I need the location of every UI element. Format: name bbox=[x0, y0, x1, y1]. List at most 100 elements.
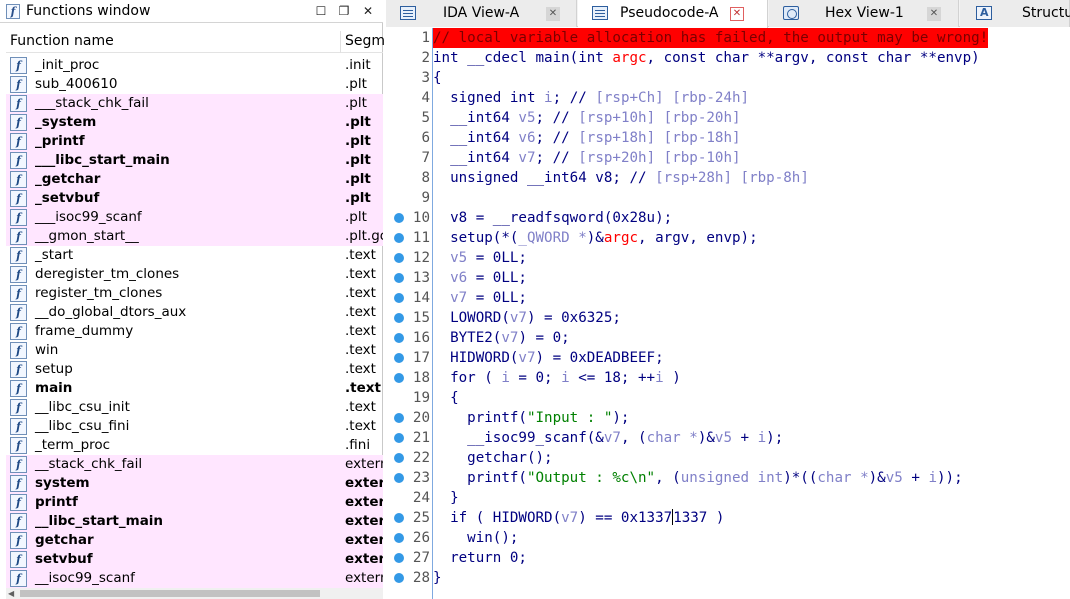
breakpoint-dot-icon[interactable] bbox=[394, 233, 404, 243]
code-line[interactable]: 18 for ( i = 0; i <= 18; ++i ) bbox=[386, 368, 1070, 388]
close-icon[interactable]: ✕ bbox=[360, 3, 376, 19]
code-line[interactable]: 27 return 0; bbox=[386, 548, 1070, 568]
function-row[interactable]: f __gmon_start__ .plt.go bbox=[6, 227, 383, 246]
function-row[interactable]: f ___stack_chk_fail .plt bbox=[6, 94, 383, 113]
function-row[interactable]: f setup .text bbox=[6, 360, 383, 379]
function-row[interactable]: f main .text bbox=[6, 379, 383, 398]
breakpoint-dot-icon[interactable] bbox=[394, 253, 404, 263]
breakpoint-dot-icon[interactable] bbox=[394, 413, 404, 423]
column-divider[interactable] bbox=[340, 31, 341, 53]
code-line[interactable]: 19 { bbox=[386, 388, 1070, 408]
function-row[interactable]: f ___isoc99_scanf .plt bbox=[6, 208, 383, 227]
code-line[interactable]: 25 if ( HIDWORD(v7) == 0x13371337 ) bbox=[386, 508, 1070, 528]
function-icon: f bbox=[10, 247, 27, 264]
code-line[interactable]: 4 signed int i; // [rsp+Ch] [rbp-24h] bbox=[386, 88, 1070, 108]
function-row[interactable]: f _getchar .plt bbox=[6, 170, 383, 189]
function-row[interactable]: f ___libc_start_main .plt bbox=[6, 151, 383, 170]
function-row[interactable]: f __libc_start_main extern bbox=[6, 512, 383, 531]
tab-pseudocode-a[interactable]: Pseudocode-A ✕ bbox=[578, 0, 768, 28]
function-row[interactable]: f sub_400610 .plt bbox=[6, 75, 383, 94]
function-row[interactable]: fprintf extern bbox=[6, 493, 383, 512]
function-row[interactable]: f _start .text bbox=[6, 246, 383, 265]
function-row[interactable]: f __libc_csu_fini .text bbox=[6, 417, 383, 436]
code-line[interactable]: 26 win(); bbox=[386, 528, 1070, 548]
code-line[interactable]: 9 bbox=[386, 188, 1070, 208]
function-row[interactable]: f setvbuf extern bbox=[6, 550, 383, 569]
restore-icon[interactable]: ❐ bbox=[336, 3, 352, 19]
function-row[interactable]: f _term_proc .fini bbox=[6, 436, 383, 455]
code-line[interactable]: 16 BYTE2(v7) = 0; bbox=[386, 328, 1070, 348]
breakpoint-dot-icon[interactable] bbox=[394, 533, 404, 543]
pseudocode-view[interactable]: 1// local variable allocation has failed… bbox=[386, 28, 1070, 599]
code-text: __isoc99_scanf(&v7, (char *)&v5 + i); bbox=[433, 430, 784, 446]
code-line[interactable]: 14 v7 = 0LL; bbox=[386, 288, 1070, 308]
function-row[interactable]: f _printf .plt bbox=[6, 132, 383, 151]
tab-ida-view-a[interactable]: IDA View-A ✕ bbox=[386, 0, 577, 27]
function-row[interactable]: f __stack_chk_fail extern bbox=[6, 455, 383, 474]
function-row[interactable]: f deregister_tm_clones .text bbox=[6, 265, 383, 284]
function-row[interactable]: f __do_global_dtors_aux .text bbox=[6, 303, 383, 322]
code-line[interactable]: 28} bbox=[386, 568, 1070, 588]
scroll-left-icon[interactable]: ◀ bbox=[8, 588, 14, 599]
breakpoint-dot-icon[interactable] bbox=[394, 433, 404, 443]
tab-close-icon[interactable]: ✕ bbox=[927, 7, 941, 21]
code-line[interactable]: 17 HIDWORD(v7) = 0xDEADBEEF; bbox=[386, 348, 1070, 368]
breakpoint-dot-icon[interactable] bbox=[394, 553, 404, 563]
breakpoint-dot-icon[interactable] bbox=[394, 273, 404, 283]
code-line[interactable]: 13 v6 = 0LL; bbox=[386, 268, 1070, 288]
breakpoint-dot-icon[interactable] bbox=[394, 213, 404, 223]
breakpoint-dot-icon[interactable] bbox=[394, 473, 404, 483]
function-row[interactable]: fsystem extern bbox=[6, 474, 383, 493]
function-icon: f bbox=[10, 152, 27, 169]
code-line[interactable]: 15 LOWORD(v7) = 0x6325; bbox=[386, 308, 1070, 328]
code-line[interactable]: 5 __int64 v5; // [rsp+10h] [rbp-20h] bbox=[386, 108, 1070, 128]
tab-close-icon[interactable]: ✕ bbox=[730, 7, 744, 21]
code-line[interactable]: 1// local variable allocation has failed… bbox=[386, 28, 1070, 48]
code-line[interactable]: 2 int __cdecl main(int argc, const char *… bbox=[386, 48, 1070, 68]
code-line[interactable]: 10 v8 = __readfsqword(0x28u); bbox=[386, 208, 1070, 228]
breakpoint-dot-icon[interactable] bbox=[394, 373, 404, 383]
code-line[interactable]: 24 } bbox=[386, 488, 1070, 508]
code-line[interactable]: 22 getchar(); bbox=[386, 448, 1070, 468]
code-line[interactable]: 23 printf("Output : %c\n", (unsigned int… bbox=[386, 468, 1070, 488]
tab-hex-view-1[interactable]: Hex View-1 ✕ bbox=[769, 0, 959, 27]
tab-close-icon[interactable]: ✕ bbox=[546, 7, 560, 21]
function-row[interactable]: f frame_dummy .text bbox=[6, 322, 383, 341]
function-row[interactable]: f _system .plt bbox=[6, 113, 383, 132]
code-line[interactable]: 6 __int64 v6; // [rsp+18h] [rbp-18h] bbox=[386, 128, 1070, 148]
tab-label: Structur bbox=[1022, 5, 1070, 21]
function-row[interactable]: f win .text bbox=[6, 341, 383, 360]
function-row[interactable]: f __isoc99_scanf extern bbox=[6, 569, 383, 588]
code-text: setup(*(_QWORD *)&argc, argv, envp); bbox=[433, 230, 758, 246]
breakpoint-dot-icon[interactable] bbox=[394, 313, 404, 323]
code-line[interactable]: 21 __isoc99_scanf(&v7, (char *)&v5 + i); bbox=[386, 428, 1070, 448]
line-number: 7 bbox=[421, 150, 430, 166]
breakpoint-dot-icon[interactable] bbox=[394, 353, 404, 363]
code-line[interactable]: 3{ bbox=[386, 68, 1070, 88]
function-row[interactable]: f getchar extern bbox=[6, 531, 383, 550]
breakpoint-dot-icon[interactable] bbox=[394, 573, 404, 583]
functions-window-titlebar[interactable]: f Functions window ☐ ❐ ✕ bbox=[0, 0, 383, 23]
breakpoint-dot-icon[interactable] bbox=[394, 333, 404, 343]
scrollbar-thumb[interactable] bbox=[20, 590, 320, 597]
breakpoint-dot-icon[interactable] bbox=[394, 453, 404, 463]
function-name: deregister_tm_clones bbox=[35, 266, 180, 282]
function-row[interactable]: f _setvbuf .plt bbox=[6, 189, 383, 208]
function-icon: f bbox=[10, 114, 27, 131]
maximize-icon[interactable]: ☐ bbox=[313, 3, 329, 19]
code-line[interactable]: 11 setup(*(_QWORD *)&argc, argv, envp); bbox=[386, 228, 1070, 248]
function-row[interactable]: f __libc_csu_init .text bbox=[6, 398, 383, 417]
code-line[interactable]: 12 v5 = 0LL; bbox=[386, 248, 1070, 268]
function-row[interactable]: f _init_proc .init bbox=[6, 56, 383, 75]
horizontal-scrollbar[interactable]: ◀ bbox=[6, 588, 383, 599]
column-header-function-name[interactable]: Function name bbox=[10, 33, 114, 49]
column-header-segment[interactable]: Segm bbox=[345, 33, 385, 49]
code-line[interactable]: 8 unsigned __int64 v8; // [rsp+28h] [rbp… bbox=[386, 168, 1070, 188]
tab-structures[interactable]: Structur bbox=[960, 0, 1070, 27]
function-row[interactable]: f register_tm_clones .text bbox=[6, 284, 383, 303]
breakpoint-dot-icon[interactable] bbox=[394, 513, 404, 523]
code-line[interactable]: 7 __int64 v7; // [rsp+20h] [rbp-10h] bbox=[386, 148, 1070, 168]
function-icon: f bbox=[10, 475, 27, 492]
code-line[interactable]: 20 printf("Input : "); bbox=[386, 408, 1070, 428]
breakpoint-dot-icon[interactable] bbox=[394, 293, 404, 303]
